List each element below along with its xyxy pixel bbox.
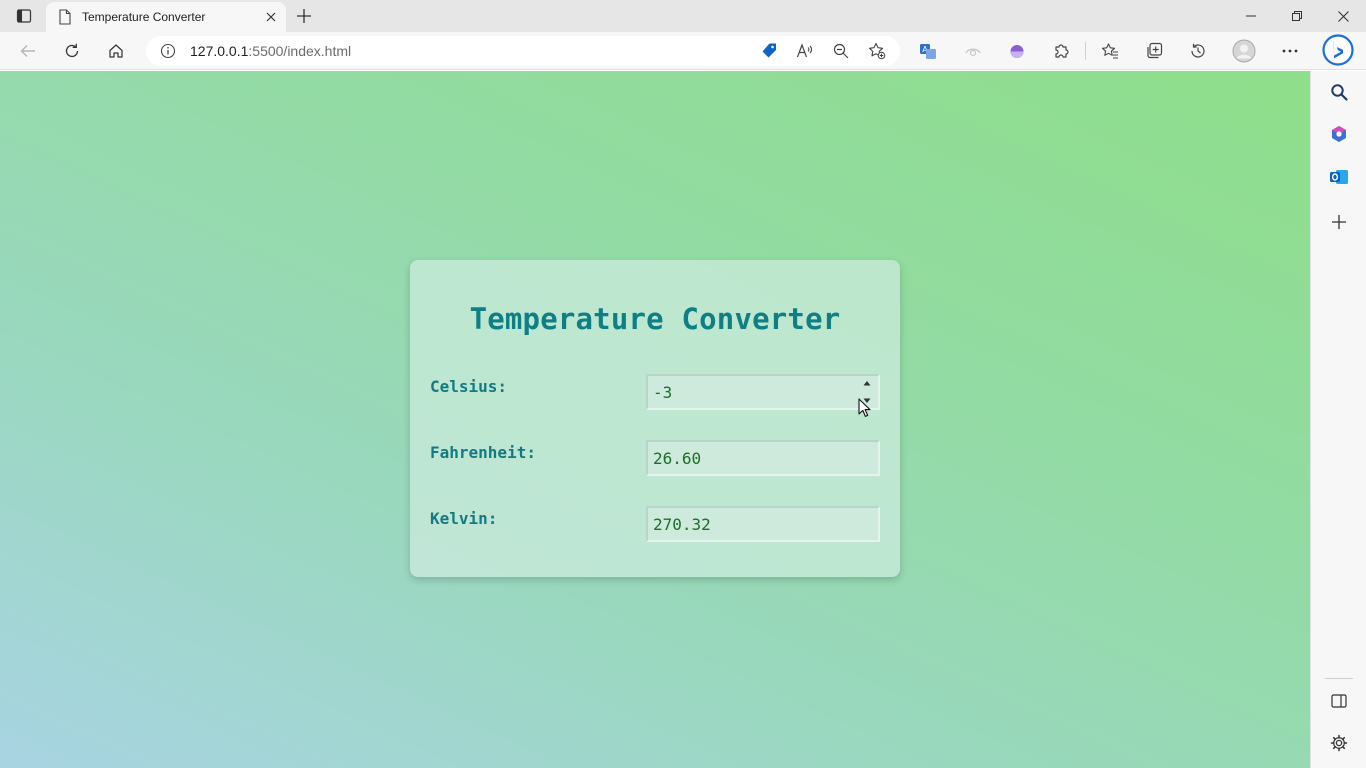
history-icon <box>1191 43 1205 58</box>
page-icon <box>59 9 71 25</box>
page-title: Temperature Converter <box>469 302 841 336</box>
browser-toolbar: 127.0.0.1:5500/index.html A <box>0 32 1366 70</box>
celsius-label: Celsius: <box>430 377 508 396</box>
shopping-tag-icon <box>762 43 776 58</box>
extensions-button[interactable] <box>1047 37 1077 65</box>
minimize-button[interactable] <box>1228 0 1274 32</box>
close-window-button[interactable] <box>1320 0 1366 32</box>
url-path: :5500/index.html <box>248 43 352 59</box>
celsius-value: -3 <box>653 382 673 402</box>
bing-copilot-button[interactable] <box>1321 33 1355 67</box>
profile-button[interactable] <box>1229 37 1259 65</box>
collections-button[interactable] <box>1139 37 1169 65</box>
extensions-icon <box>1055 44 1069 58</box>
read-aloud-icon <box>796 43 813 58</box>
sidebar-toggle-icon <box>1331 694 1347 708</box>
kelvin-input[interactable]: 270.32 <box>646 506 880 542</box>
zoom-out-icon <box>833 43 849 59</box>
tracking-icon <box>965 48 981 57</box>
plus-icon <box>297 9 311 23</box>
refresh-button[interactable] <box>57 37 87 65</box>
sidebar-add-button[interactable] <box>1323 206 1355 238</box>
tab-temperature-converter[interactable]: Temperature Converter <box>46 2 286 32</box>
add-icon <box>1332 215 1346 229</box>
more-button[interactable] <box>1275 37 1305 65</box>
settings-icon <box>1330 734 1348 752</box>
close-icon <box>266 12 276 22</box>
bing-icon <box>1322 34 1354 66</box>
sidebar-outlook-button[interactable] <box>1323 161 1355 193</box>
restore-button[interactable] <box>1274 0 1320 32</box>
restore-icon <box>1292 11 1302 21</box>
zoom-out-button[interactable] <box>828 39 854 63</box>
add-favorite-button[interactable] <box>864 39 890 63</box>
favorites-button[interactable] <box>1095 37 1125 65</box>
shopping-button[interactable] <box>756 39 782 63</box>
kelvin-label: Kelvin: <box>430 509 498 528</box>
search-icon <box>1331 84 1348 101</box>
translate-button[interactable]: A <box>913 37 943 65</box>
translate-icon: A <box>920 44 936 59</box>
extension-potion-button[interactable] <box>1002 37 1032 65</box>
tab-actions-icon <box>16 9 32 23</box>
sidebar-separator <box>1325 678 1353 679</box>
history-button[interactable] <box>1183 37 1213 65</box>
sidebar-office-button[interactable] <box>1323 118 1355 150</box>
spin-up-icon[interactable] <box>863 380 871 386</box>
read-aloud-button[interactable] <box>792 39 818 63</box>
tab-strip: Temperature Converter <box>0 0 1366 32</box>
back-icon <box>20 45 35 57</box>
url-text: 127.0.0.1:5500/index.html <box>190 43 351 59</box>
fahrenheit-value: 26.60 <box>653 448 702 468</box>
converter-card: Temperature Converter Celsius: -3 Fahren… <box>410 260 900 577</box>
mouse-cursor-icon <box>858 398 871 417</box>
home-button[interactable] <box>101 37 131 65</box>
tab-title: Temperature Converter <box>82 10 206 24</box>
sidebar-settings-button[interactable] <box>1323 727 1355 759</box>
add-favorite-icon <box>868 42 886 60</box>
page-viewport: Temperature Converter Celsius: -3 Fahren… <box>0 71 1310 768</box>
toolbar-separator <box>1085 42 1086 60</box>
celsius-input[interactable]: -3 <box>646 374 880 410</box>
tab-close-button[interactable] <box>258 4 284 30</box>
fahrenheit-label: Fahrenheit: <box>430 443 536 462</box>
edge-sidebar <box>1310 71 1366 768</box>
url-host: 127.0.0.1 <box>190 43 249 59</box>
office-icon <box>1332 126 1346 142</box>
tab-actions-button[interactable] <box>10 5 38 27</box>
info-icon[interactable] <box>160 43 176 59</box>
tracking-button[interactable] <box>958 37 988 65</box>
sidebar-search-button[interactable] <box>1323 76 1355 108</box>
favorites-icon <box>1101 43 1118 59</box>
fahrenheit-input[interactable]: 26.60 <box>646 440 880 476</box>
more-icon <box>1282 49 1298 53</box>
outlook-icon <box>1330 170 1348 184</box>
collections-icon <box>1147 42 1163 59</box>
home-icon <box>109 44 123 58</box>
new-tab-button[interactable] <box>290 3 318 29</box>
sidebar-toggle-button[interactable] <box>1323 685 1355 717</box>
back-button[interactable] <box>13 37 43 65</box>
refresh-icon <box>65 43 79 58</box>
extension-potion-icon <box>1010 45 1024 58</box>
minimize-icon <box>1246 15 1256 17</box>
kelvin-value: 270.32 <box>653 514 711 534</box>
address-bar[interactable]: 127.0.0.1:5500/index.html <box>146 36 900 66</box>
profile-icon <box>1232 39 1256 63</box>
close-window-icon <box>1337 10 1349 22</box>
